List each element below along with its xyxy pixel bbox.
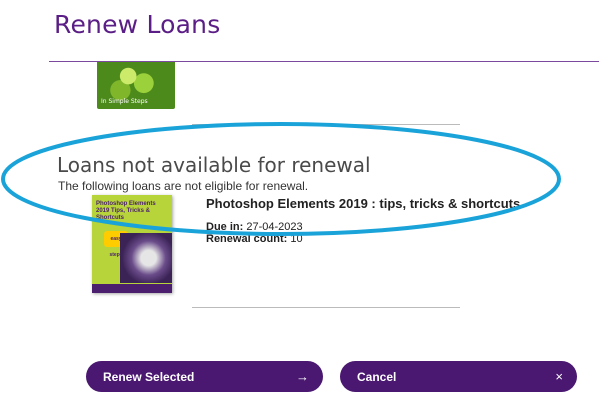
cover-title-text: Photoshop Elements 2019 Tips, Tricks & S… — [96, 201, 156, 221]
cover-footer-band — [92, 284, 172, 293]
due-label: Due in: — [206, 221, 244, 233]
renewal-count-label: Renewal count: — [206, 233, 288, 245]
due-value: 27-04-2023 — [246, 221, 303, 233]
cover-artwork — [120, 233, 172, 283]
cancel-button[interactable]: Cancel × — [340, 361, 577, 392]
section-description: The following loans are not eligible for… — [58, 179, 309, 193]
arrow-right-icon: → — [296, 369, 309, 384]
book-cover-previous: In Simple Steps — [97, 62, 175, 109]
loan-item-title: Photoshop Elements 2019 : tips, tricks &… — [206, 196, 521, 211]
cover-logo-text: In Simple Steps — [101, 98, 148, 105]
renew-selected-button[interactable]: Renew Selected → — [86, 361, 323, 392]
renewal-count-value: 10 — [290, 233, 303, 245]
close-icon: × — [555, 369, 563, 384]
renewal-count-line: Renewal count: 10 — [206, 233, 303, 245]
due-date-line: Due in: 27-04-2023 — [206, 221, 303, 233]
page-title: Renew Loans — [54, 10, 221, 39]
cancel-label: Cancel — [357, 369, 397, 384]
section-heading: Loans not available for renewal — [57, 153, 371, 177]
item-divider — [192, 307, 460, 308]
renew-selected-label: Renew Selected — [103, 369, 195, 384]
book-cover: Photoshop Elements 2019 Tips, Tricks & S… — [92, 195, 172, 293]
item-divider — [192, 124, 460, 125]
